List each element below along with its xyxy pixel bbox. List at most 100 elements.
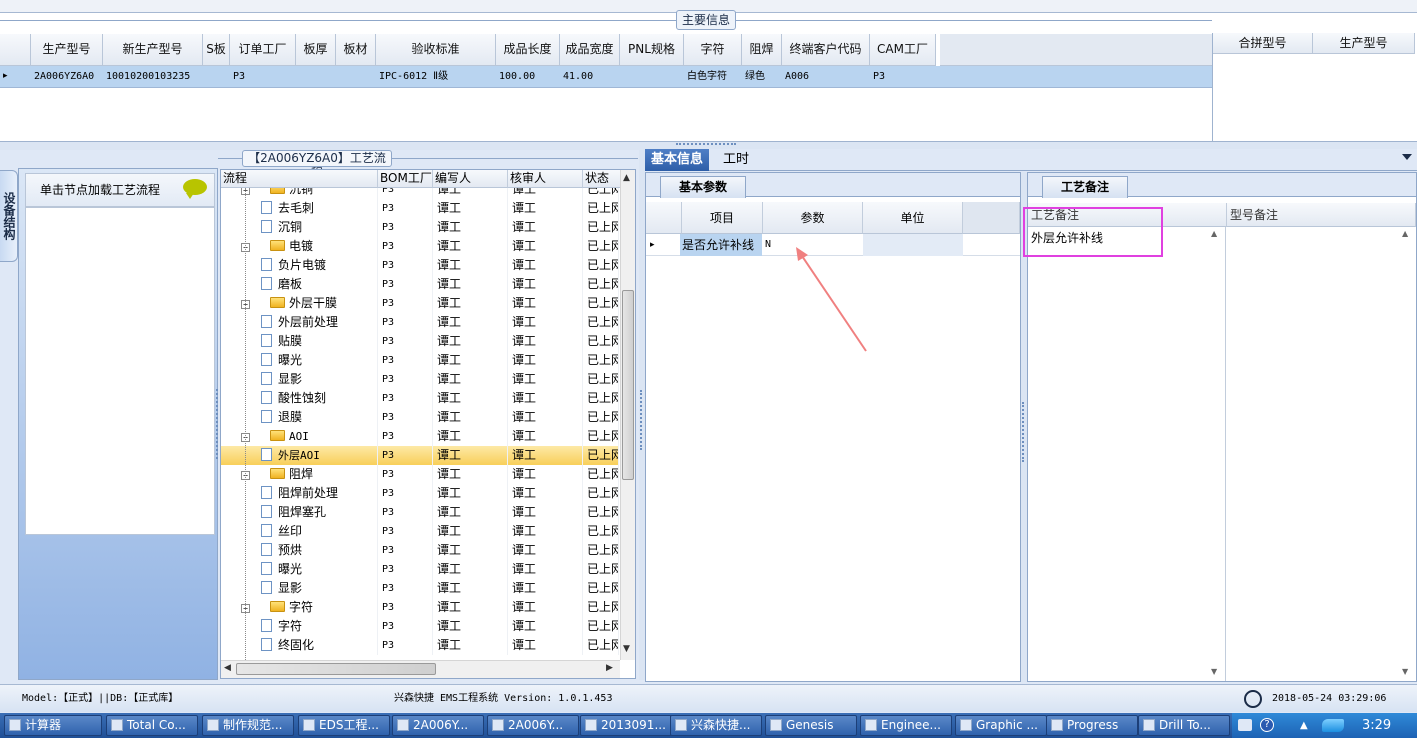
flow-bom-cell[interactable]: P3: [382, 351, 433, 370]
flow-status-cell[interactable]: 已上网: [587, 294, 619, 313]
flow-reviewer-cell[interactable]: 谭工: [512, 541, 583, 560]
flow-status-cell[interactable]: 已上网: [587, 522, 619, 541]
flow-writer-cell[interactable]: 谭工: [437, 427, 508, 446]
scroll-up-icon[interactable]: ▲: [623, 173, 630, 183]
col-width-header[interactable]: 成品宽度: [560, 34, 620, 66]
flow-reviewer-cell[interactable]: 谭工: [512, 275, 583, 294]
col-status-header[interactable]: 状态: [583, 170, 623, 188]
flow-step-row[interactable]: 阻焊前处理P3谭工谭工已上网: [221, 484, 619, 503]
cell-length[interactable]: 100.00: [496, 66, 560, 88]
cell-width[interactable]: 41.00: [560, 66, 620, 88]
tab-menu-dropdown-icon[interactable]: [1402, 154, 1412, 160]
flow-reviewer-cell[interactable]: 谭工: [512, 579, 583, 598]
splitter-grip-icon[interactable]: [676, 143, 736, 148]
model-scroll-down-icon[interactable]: ▼: [1402, 667, 1408, 676]
flow-folder-row[interactable]: −AOIP3谭工谭工已上网: [221, 427, 619, 446]
flow-bom-cell[interactable]: P3: [382, 188, 433, 199]
flow-writer-cell[interactable]: 谭工: [437, 389, 508, 408]
subtab-process-remark[interactable]: 工艺备注: [1042, 176, 1128, 198]
flow-reviewer-cell[interactable]: 谭工: [512, 351, 583, 370]
flow-bom-cell[interactable]: P3: [382, 275, 433, 294]
taskbar-item[interactable]: 2A006Y...: [392, 715, 484, 736]
flow-writer-cell[interactable]: 谭工: [437, 275, 508, 294]
flow-reviewer-cell[interactable]: 谭工: [512, 522, 583, 541]
flow-writer-cell[interactable]: 谭工: [437, 579, 508, 598]
flow-bom-cell[interactable]: P3: [382, 199, 433, 218]
main-grid-row[interactable]: ▸ 2A006YZ6A0 10010200103235 P3 IPC-6012 Ⅱ级 1…: [0, 66, 1212, 88]
help-icon[interactable]: ?: [1260, 718, 1274, 732]
flow-reviewer-cell[interactable]: 谭工: [512, 465, 583, 484]
flow-status-cell[interactable]: 已上网: [587, 370, 619, 389]
flow-reviewer-cell[interactable]: 谭工: [512, 636, 583, 655]
flow-horizontal-scrollbar[interactable]: ◀ ▶: [221, 660, 620, 678]
col-flow-header[interactable]: 流程: [221, 170, 378, 188]
flow-writer-cell[interactable]: 谭工: [437, 484, 508, 503]
taskbar-item[interactable]: Enginee...: [860, 715, 952, 736]
flow-reviewer-cell[interactable]: 谭工: [512, 560, 583, 579]
flow-step-row[interactable]: 预烘P3谭工谭工已上网: [221, 541, 619, 560]
cell-order-factory[interactable]: P3: [230, 66, 296, 88]
flow-reviewer-cell[interactable]: 谭工: [512, 237, 583, 256]
flow-step-row[interactable]: 酸性蚀刻P3谭工谭工已上网: [221, 389, 619, 408]
keyboard-icon[interactable]: [1238, 719, 1252, 731]
flow-reviewer-cell[interactable]: 谭工: [512, 294, 583, 313]
network-icon[interactable]: [1322, 719, 1344, 732]
cell-model[interactable]: 2A006YZ6A0: [31, 66, 103, 88]
flow-reviewer-cell[interactable]: 谭工: [512, 503, 583, 522]
subtab-basic-params[interactable]: 基本参数: [660, 176, 746, 198]
flow-hscroll-thumb[interactable]: [236, 663, 436, 675]
tab-basic-info[interactable]: 基本信息: [645, 149, 710, 171]
col-pnl-spec-header[interactable]: PNL规格: [620, 34, 684, 66]
flow-bom-cell[interactable]: P3: [382, 484, 433, 503]
flow-folder-row[interactable]: −电镀P3谭工谭工已上网: [221, 237, 619, 256]
taskbar-item[interactable]: EDS工程...: [298, 715, 390, 736]
flow-status-cell[interactable]: 已上网: [587, 427, 619, 446]
col-end-customer-code-header[interactable]: 终端客户代码: [782, 34, 870, 66]
flow-status-cell[interactable]: 已上网: [587, 351, 619, 370]
flow-reviewer-cell[interactable]: 谭工: [512, 199, 583, 218]
taskbar-item[interactable]: Drill To...: [1138, 715, 1230, 736]
flow-reviewer-cell[interactable]: 谭工: [512, 370, 583, 389]
cell-silkscreen[interactable]: 白色字符: [684, 66, 742, 88]
col-writer-header[interactable]: 编写人: [433, 170, 508, 188]
flow-step-row[interactable]: 曝光P3谭工谭工已上网: [221, 351, 619, 370]
cell-pnl-spec[interactable]: [620, 66, 684, 88]
taskbar-item[interactable]: Genesis: [765, 715, 857, 736]
taskbar-item[interactable]: Graphic ...: [955, 715, 1047, 736]
flow-step-row[interactable]: 字符P3谭工谭工已上网: [221, 617, 619, 636]
scroll-down-icon[interactable]: ▼: [623, 644, 630, 654]
flow-step-row[interactable]: 终固化P3谭工谭工已上网: [221, 636, 619, 655]
taskbar-item[interactable]: Total Co...: [106, 715, 198, 736]
flow-reviewer-cell[interactable]: 谭工: [512, 617, 583, 636]
flow-bom-cell[interactable]: P3: [382, 427, 433, 446]
flow-step-row[interactable]: 显影P3谭工谭工已上网: [221, 579, 619, 598]
scroll-left-icon[interactable]: ◀: [224, 663, 231, 673]
flow-bom-cell[interactable]: P3: [382, 256, 433, 275]
col-reviewer-header[interactable]: 核审人: [508, 170, 583, 188]
col-unit-header[interactable]: 单位: [863, 202, 963, 234]
flow-bom-cell[interactable]: P3: [382, 617, 433, 636]
flow-writer-cell[interactable]: 谭工: [437, 188, 508, 199]
flow-bom-cell[interactable]: P3: [382, 522, 433, 541]
flow-bom-cell[interactable]: P3: [382, 332, 433, 351]
col-length-header[interactable]: 成品长度: [496, 34, 560, 66]
col-solder-mask-header[interactable]: 阻焊: [742, 34, 782, 66]
cell-acceptance-standard[interactable]: IPC-6012 Ⅱ级: [376, 66, 496, 88]
flow-bom-cell[interactable]: P3: [382, 408, 433, 427]
flow-reviewer-cell[interactable]: 谭工: [512, 256, 583, 275]
flow-writer-cell[interactable]: 谭工: [437, 617, 508, 636]
col-thickness-header[interactable]: 板厚: [296, 34, 336, 66]
flow-folder-row[interactable]: −外层干膜P3谭工谭工已上网: [221, 294, 619, 313]
flow-step-row[interactable]: 退膜P3谭工谭工已上网: [221, 408, 619, 427]
col-bom-factory-header[interactable]: BOM工厂: [378, 170, 433, 188]
flow-writer-cell[interactable]: 谭工: [437, 522, 508, 541]
param-unit-cell[interactable]: [863, 234, 963, 256]
flow-writer-cell[interactable]: 谭工: [437, 370, 508, 389]
col-item-header[interactable]: 项目: [682, 202, 763, 234]
taskbar-item[interactable]: 兴森快捷...: [670, 715, 762, 736]
flow-bom-cell[interactable]: P3: [382, 541, 433, 560]
flow-step-row[interactable]: 贴膜P3谭工谭工已上网: [221, 332, 619, 351]
flow-writer-cell[interactable]: 谭工: [437, 218, 508, 237]
flow-step-row[interactable]: 负片电镀P3谭工谭工已上网: [221, 256, 619, 275]
flow-bom-cell[interactable]: P3: [382, 579, 433, 598]
